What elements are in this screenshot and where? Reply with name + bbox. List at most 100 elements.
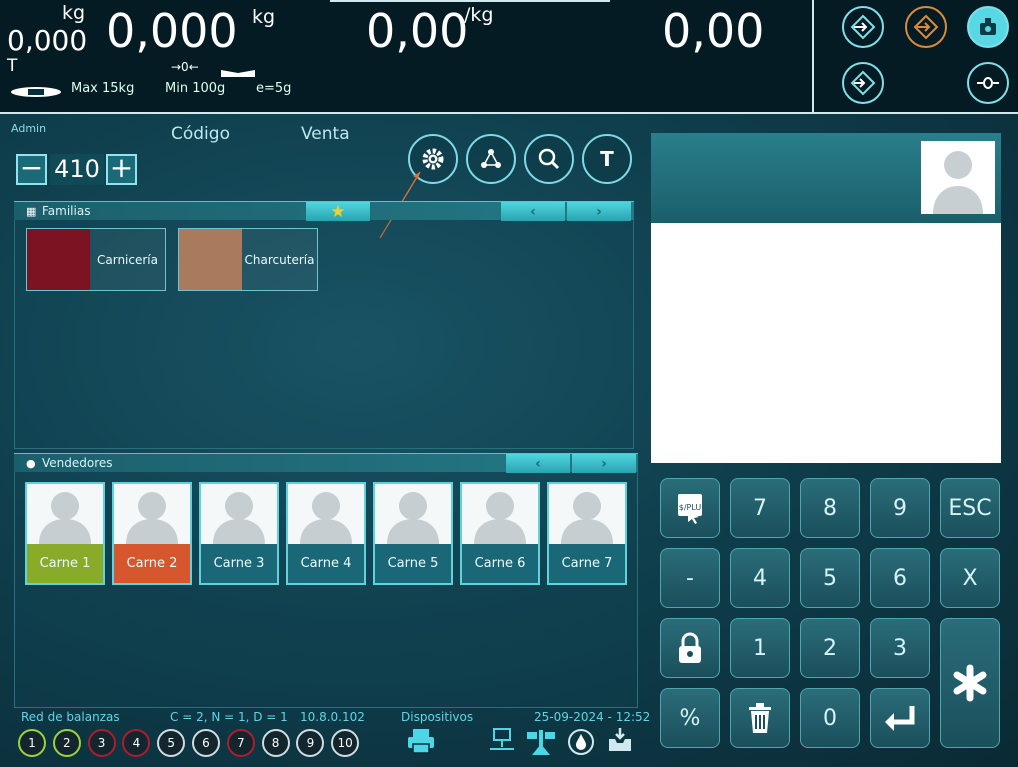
seller-card[interactable]: Carne 5 [373, 482, 453, 585]
scale-node-7[interactable]: 7 [226, 729, 255, 757]
key-3[interactable]: 3 [870, 618, 930, 678]
family-name: Charcutería [242, 229, 317, 290]
key-7[interactable]: 7 [730, 478, 790, 538]
seller-name: Carne 6 [462, 544, 538, 583]
seller-avatar [462, 484, 538, 544]
scale-node-4[interactable]: 4 [122, 729, 151, 757]
delete-key[interactable] [730, 688, 790, 748]
seller-name: Carne 3 [201, 544, 277, 583]
tare-unit: kg [62, 2, 86, 24]
key-8[interactable]: 8 [800, 478, 860, 538]
key-minus[interactable]: - [660, 548, 720, 608]
search-icon [538, 148, 560, 170]
seller-name: Carne 1 [27, 544, 103, 583]
scale-icon[interactable] [967, 6, 1009, 48]
product-detail-area [651, 223, 1001, 463]
ft-target-icon[interactable] [842, 62, 884, 104]
key-2[interactable]: 2 [800, 618, 860, 678]
families-prev-button[interactable]: ‹ [501, 202, 565, 221]
key-1[interactable]: 1 [730, 618, 790, 678]
families-title: Familias [42, 204, 91, 218]
network-cnd: C = 2, N = 1, D = 1 [170, 710, 288, 724]
family-swatch [27, 229, 90, 290]
drop-icon[interactable] [568, 729, 594, 755]
seller-avatar [288, 484, 364, 544]
tare-value: 0,000 [7, 24, 88, 57]
tare-label: T [7, 56, 18, 76]
scale-node-10[interactable]: 10 [331, 729, 360, 757]
family-charcuteria[interactable]: Charcutería [178, 228, 318, 291]
seller-avatar [549, 484, 625, 544]
plu-icon: $/PLU [678, 494, 702, 524]
seller-avatar [375, 484, 451, 544]
product-avatar [921, 141, 995, 214]
plu-key[interactable]: $/PLU [660, 478, 720, 538]
family-carniceria[interactable]: Carnicería [26, 228, 166, 291]
scale-division: e=5g [256, 81, 292, 96]
favorites-star-button[interactable]: ★ [306, 202, 370, 222]
key-percent[interactable]: % [660, 688, 720, 748]
key-9[interactable]: 9 [870, 478, 930, 538]
key-x[interactable]: X [940, 548, 1000, 608]
balance-scale-icon[interactable] [524, 728, 558, 756]
scale-node-6[interactable]: 6 [192, 729, 220, 757]
seller-card[interactable]: Carne 1 [25, 482, 105, 585]
devices-label: Dispositivos [401, 710, 474, 724]
family-name: Carnicería [90, 229, 165, 290]
lock-key[interactable] [660, 618, 720, 678]
sellers-prev-button[interactable]: ‹ [506, 454, 570, 473]
arrow-target-icon[interactable] [842, 6, 884, 48]
scale-node-1[interactable]: 1 [18, 729, 46, 757]
tab-sale[interactable]: Venta [301, 124, 350, 144]
network-button[interactable] [466, 134, 516, 184]
network-device-icon[interactable] [488, 728, 516, 754]
display-divider [812, 0, 814, 114]
price-value: 0,00 [366, 4, 469, 58]
plus-button[interactable]: + [106, 154, 137, 185]
arrow-target-orange-icon[interactable] [905, 6, 947, 48]
key-esc[interactable]: ESC [940, 478, 1000, 538]
seller-card[interactable]: Carne 2 [112, 482, 192, 585]
families-next-button[interactable]: › [567, 202, 631, 221]
search-button[interactable] [524, 134, 574, 184]
min-capacity: Min 100g [165, 81, 226, 96]
tab-code[interactable]: Código [171, 124, 230, 144]
top-display-bar: kg 0,000 T 0,000 kg 0,00 /kg 0,00 →0← Ma… [0, 0, 1018, 114]
key-4[interactable]: 4 [730, 548, 790, 608]
scale-node-2[interactable]: 2 [52, 729, 81, 757]
network-ip: 10.8.0.102 [300, 710, 365, 724]
seller-card[interactable]: Carne 3 [199, 482, 279, 585]
seller-avatar [201, 484, 277, 544]
code-input[interactable]: 410 [50, 154, 104, 185]
weight-unit: kg [252, 6, 276, 28]
price-unit: /kg [464, 4, 494, 26]
asterisk-key[interactable] [940, 618, 1000, 748]
network-label: Red de balanzas [21, 710, 120, 724]
seller-card[interactable]: Carne 4 [286, 482, 366, 585]
seller-name: Carne 4 [288, 544, 364, 583]
weight-value: 0,000 [106, 4, 238, 58]
key-6[interactable]: 6 [870, 548, 930, 608]
family-swatch [179, 229, 242, 290]
seller-name: Carne 5 [375, 544, 451, 583]
scale-node-8[interactable]: 8 [261, 729, 290, 757]
enter-key[interactable] [870, 688, 930, 748]
zero-icon[interactable] [967, 62, 1009, 104]
seller-card[interactable]: Carne 6 [460, 482, 540, 585]
sellers-next-button[interactable]: › [572, 454, 636, 473]
key-0[interactable]: 0 [800, 688, 860, 748]
seller-card[interactable]: Carne 7 [547, 482, 627, 585]
seller-name: Carne 2 [114, 544, 190, 583]
asterisk-icon [953, 664, 987, 702]
tare-button[interactable]: T [582, 134, 632, 184]
key-5[interactable]: 5 [800, 548, 860, 608]
network-icon [481, 149, 501, 168]
zero-indicator: →0← [171, 60, 199, 74]
scale-node-3[interactable]: 3 [87, 729, 116, 757]
scale-node-9[interactable]: 9 [296, 729, 325, 757]
minus-button[interactable]: − [16, 154, 47, 185]
tray-download-icon[interactable] [606, 727, 634, 753]
svg-text:$/PLU: $/PLU [679, 503, 702, 512]
scale-node-5[interactable]: 5 [157, 729, 186, 757]
printer-icon[interactable] [406, 728, 436, 754]
